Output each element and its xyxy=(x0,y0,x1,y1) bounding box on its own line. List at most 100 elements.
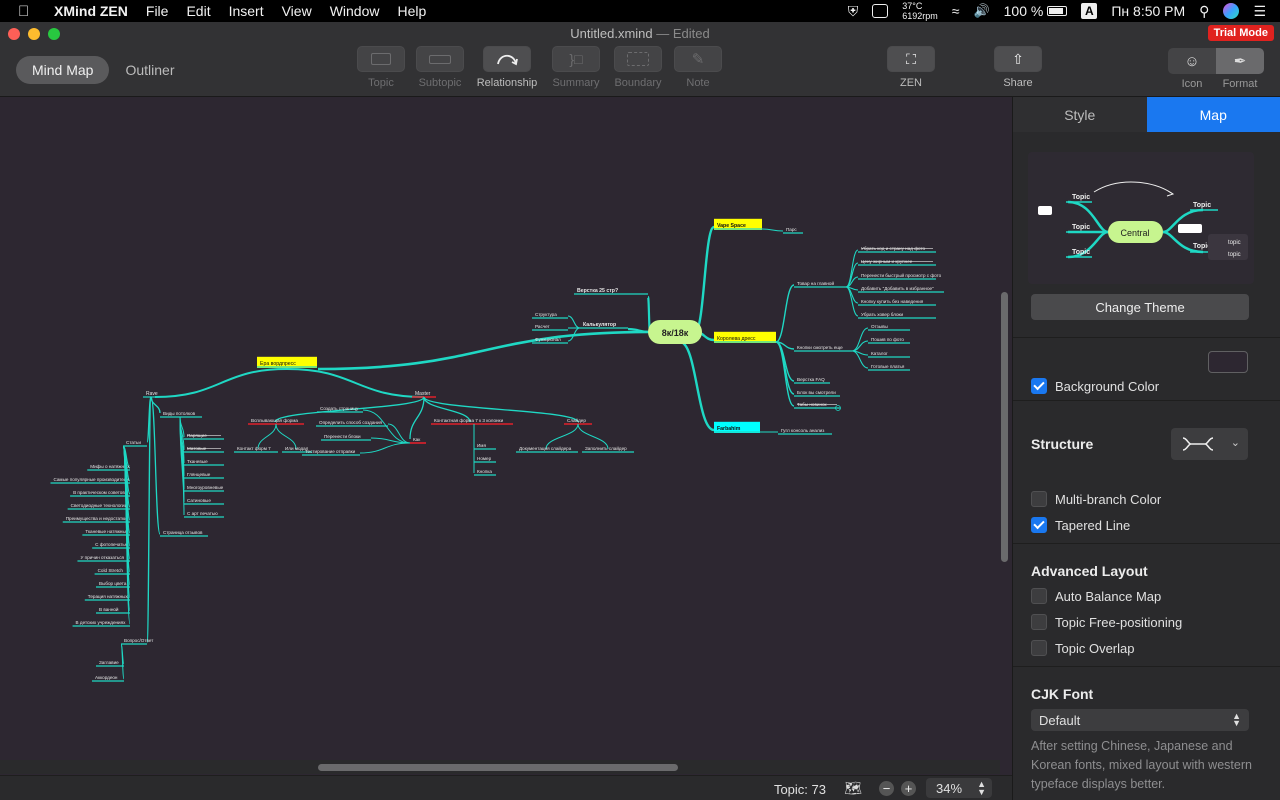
wifi-icon[interactable]: ≈ xyxy=(952,3,960,19)
topic-убрать-ховер-блоки[interactable]: Убрать ховер блоки xyxy=(861,312,904,317)
topic-кнопку-купить-без-наведения[interactable]: Кнопку купить без наведения xyxy=(861,299,924,304)
relationship-button[interactable]: Relationship xyxy=(474,46,540,89)
topic-с-фотопечатью[interactable]: С фотопечатью xyxy=(95,542,129,547)
topic-вопрос-ответ[interactable]: Вопрос/Ответ xyxy=(124,638,154,643)
topic-определить-способ-создания[interactable]: Определить способ создания xyxy=(319,420,383,425)
topic-с-арт-печатью[interactable]: С арт печатью xyxy=(187,511,218,516)
menu-file[interactable]: File xyxy=(146,3,169,19)
topic-button[interactable]: Topic xyxy=(348,46,414,89)
topic-контактная-форма-7-к-3-колонки[interactable]: Контактная форма 7 к 3 колонки xyxy=(434,418,504,423)
screen-monitor-icon[interactable] xyxy=(872,4,889,18)
topic-терация-натяжных[interactable]: Терация натяжных xyxy=(88,594,129,599)
topic-товар-на-главной[interactable]: Товар на главной xyxy=(797,280,834,286)
topic-master[interactable]: Master xyxy=(415,391,431,397)
free-positioning-checkbox[interactable] xyxy=(1031,614,1047,630)
topic-rave[interactable]: Rave xyxy=(146,391,158,397)
topic-парс[interactable]: Парс xyxy=(786,227,797,232)
topic-структура[interactable]: Структура xyxy=(535,312,557,317)
topic-блок-вы-смотрели[interactable]: Блок вы смотрели xyxy=(797,390,836,395)
topic-пошив-по-фото[interactable]: Пошив по фото xyxy=(871,337,904,342)
topic-создать-страницу[interactable]: Создать страницу xyxy=(320,406,359,411)
share-button[interactable]: ⇧ Share xyxy=(985,46,1051,89)
topic-заполнить-слайдер[interactable]: Заполнить слайдер xyxy=(585,445,627,451)
topic-глянцевые[interactable]: Глянцевые xyxy=(187,472,211,477)
topic-страница-отзывов[interactable]: Страница отзывов xyxy=(163,530,203,535)
input-source-icon[interactable]: A xyxy=(1081,3,1098,19)
topic-overlap-checkbox[interactable] xyxy=(1031,640,1047,656)
multi-branch-color-option[interactable]: Multi-branch Color xyxy=(1031,491,1161,507)
menu-window[interactable]: Window xyxy=(330,3,380,19)
zoom-out-button[interactable]: − xyxy=(879,781,894,796)
menu-edit[interactable]: Edit xyxy=(186,3,210,19)
tab-map[interactable]: Map xyxy=(1146,97,1280,132)
topic-тканевые[interactable]: Тканевые xyxy=(187,459,208,464)
topic-готовые-платья[interactable]: Готовые платья xyxy=(871,364,905,369)
topic-расчет[interactable]: Расчет xyxy=(535,324,551,329)
boundary-button[interactable]: Boundary xyxy=(605,46,671,89)
topic-самые-популярные-производители[interactable]: Самые популярные производители xyxy=(54,477,130,482)
structure-select[interactable]: ⌄ xyxy=(1171,428,1248,460)
tab-outliner[interactable]: Outliner xyxy=(109,56,190,84)
mind-map-canvas[interactable]: 8к/18к Vape Space Парс Королева дресс Товар … xyxy=(0,97,1012,775)
topic-преимущества-и-недостатки[interactable]: Преимущества и недостатки xyxy=(66,516,127,521)
clock[interactable]: Пн 8:50 PM xyxy=(1111,3,1185,19)
battery-percent[interactable]: 100 % xyxy=(1004,3,1044,19)
topic-калькулятор[interactable]: Калькулятор xyxy=(583,322,616,328)
vertical-scrollbar[interactable] xyxy=(1001,292,1008,562)
trial-mode-badge[interactable]: Trial Mode xyxy=(1207,25,1274,41)
cjk-font-select[interactable]: Default ▲ ▼ xyxy=(1031,709,1249,731)
apple-menu-icon[interactable]:  xyxy=(18,3,40,20)
topic-слайдер[interactable]: Слайдер xyxy=(567,417,586,423)
menu-help[interactable]: Help xyxy=(397,3,426,19)
topic-сатиновые[interactable]: Сатиновые xyxy=(187,498,211,503)
topic-кнопка[interactable]: Кнопка xyxy=(477,469,492,474)
topic-номер[interactable]: Номер xyxy=(477,456,492,461)
app-menu[interactable]: XMind ZEN xyxy=(54,3,128,19)
topic-верстка-25-стр[interactable]: Верстка 25 стр? xyxy=(577,288,618,294)
spotlight-search-icon[interactable]: ⚲ xyxy=(1199,3,1209,20)
auto-balance-checkbox[interactable] xyxy=(1031,588,1047,604)
map-overview-icon[interactable]: 🗺 xyxy=(844,780,862,797)
topic-виды-потолков[interactable]: Виды потолков xyxy=(163,411,196,416)
topic-многоуровневые[interactable]: Многоуровневые xyxy=(187,485,224,490)
topic-королева-дресс[interactable]: Королева дресс xyxy=(717,336,756,342)
topic-всплывающая-форма[interactable]: Всплывающая форма xyxy=(251,418,298,423)
topic-имя[interactable]: Имя xyxy=(477,443,486,448)
topic-в-детских-учреждениях[interactable]: В детских учреждениях xyxy=(76,620,127,625)
topic-как[interactable]: Как xyxy=(413,437,421,442)
topic-перенести-быстрый-просмотр-с-фото[interactable]: Перенести быстрый просмотр с фото xyxy=(861,272,942,278)
topic-статьи[interactable]: Статьи xyxy=(126,440,141,445)
topic-ера-вордпресс[interactable]: Ера вордпресс xyxy=(260,361,296,367)
topic-cold-stretch[interactable]: Cold Stretch xyxy=(98,568,124,573)
icon-panel-button[interactable]: ☺ xyxy=(1168,48,1216,74)
topic-overlap-option[interactable]: Topic Overlap xyxy=(1031,640,1134,656)
menu-view[interactable]: View xyxy=(282,3,312,19)
auto-balance-option[interactable]: Auto Balance Map xyxy=(1031,588,1161,604)
zoom-select[interactable]: 34% ▲ ▼ xyxy=(926,778,992,798)
change-theme-button[interactable]: Change Theme xyxy=(1031,294,1249,320)
topic-выбор-цвета[interactable]: Выбор цвета xyxy=(99,581,127,586)
topic-перенести-блоки[interactable]: Перенести блоки xyxy=(324,434,361,439)
background-color-checkbox[interactable] xyxy=(1031,378,1047,394)
tab-mind-map[interactable]: Mind Map xyxy=(16,56,110,84)
volume-icon[interactable]: 🔊 xyxy=(973,3,989,19)
topic-верстка-faq[interactable]: Верстка FAQ xyxy=(797,377,825,382)
menu-insert[interactable]: Insert xyxy=(229,3,264,19)
system-stats[interactable]: 37°C 6192rpm xyxy=(902,1,938,21)
multi-branch-color-checkbox[interactable] xyxy=(1031,491,1047,507)
theme-preview[interactable]: Central Topic Topic Topic Topic Topic to… xyxy=(1028,152,1254,284)
summary-button[interactable]: }□ Summary xyxy=(543,46,609,89)
background-color-option[interactable]: Background Color xyxy=(1031,378,1159,394)
central-topic-label[interactable]: 8к/18к xyxy=(662,328,689,338)
siri-icon[interactable] xyxy=(1223,3,1240,19)
topic-тестирование-отправки[interactable]: Тестирование отправки xyxy=(305,449,356,454)
topic-в-практическом-советов[interactable]: В практическом советов xyxy=(73,490,125,495)
topic-документация-слайдера[interactable]: Документация слайдера xyxy=(519,445,572,451)
topic-отзывы[interactable]: Отзывы xyxy=(871,324,888,329)
format-panel-button[interactable]: ✒ xyxy=(1216,48,1264,74)
topic-каталог[interactable]: Каталог xyxy=(871,351,888,356)
battery-icon[interactable] xyxy=(1047,6,1068,16)
topic-vape-space[interactable]: Vape Space xyxy=(717,223,746,229)
topic-светодиодные-технологии[interactable]: Светодиодные технологии xyxy=(71,503,128,508)
tapered-line-checkbox[interactable] xyxy=(1031,517,1047,533)
